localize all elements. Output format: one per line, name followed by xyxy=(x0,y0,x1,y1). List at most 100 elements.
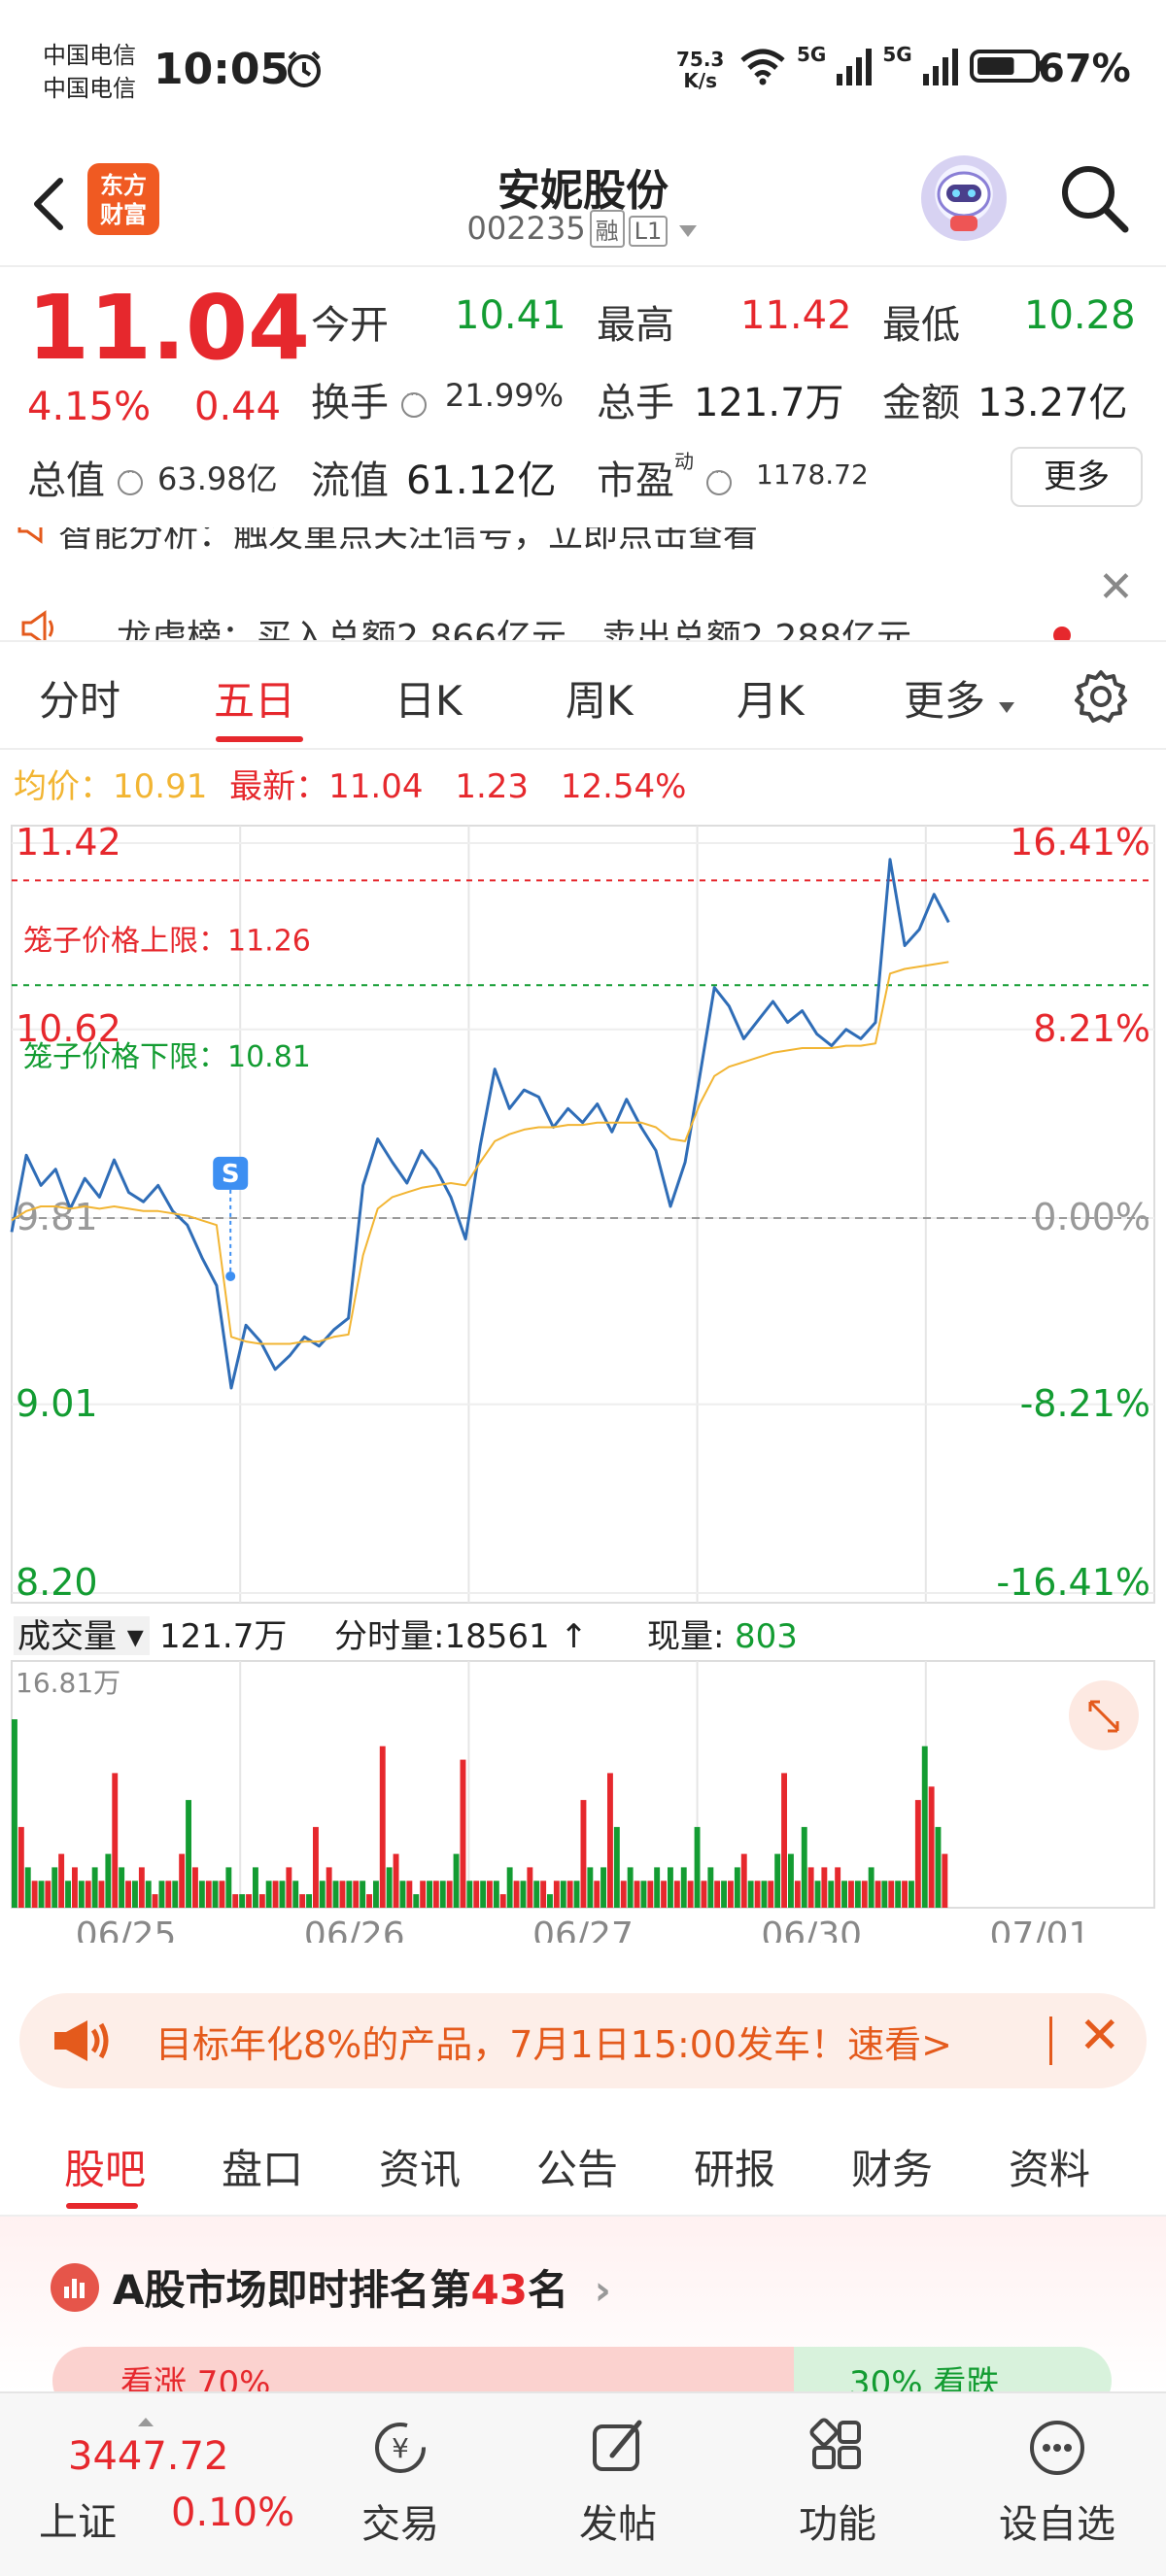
exchange-icon: ¥ xyxy=(375,2423,426,2473)
margin-tag: 融 xyxy=(589,210,625,248)
nav-functions[interactable]: 功能 xyxy=(760,2413,915,2549)
low-label: 最低 xyxy=(882,303,960,348)
tab-week-k[interactable]: 周K xyxy=(566,668,634,728)
active-tab-indicator xyxy=(216,736,303,742)
volume-bar xyxy=(594,1881,600,1908)
volume-bar xyxy=(480,1881,487,1908)
volume-bar xyxy=(413,1894,420,1908)
turnover-label[interactable]: 换手 xyxy=(311,371,427,427)
index-name[interactable]: 上证 xyxy=(39,2491,117,2547)
news-item-1[interactable]: 智能分析：触发重点关注信号，立即点击查看 xyxy=(58,527,758,557)
tab-finance[interactable]: 财务 xyxy=(851,2137,933,2196)
level-tag: L1 xyxy=(628,216,669,247)
volume-bar xyxy=(399,1881,406,1908)
last-label: 最新： xyxy=(229,767,329,806)
close-icon[interactable]: ✕ xyxy=(1098,562,1134,612)
info-icon xyxy=(705,465,732,495)
volume-bar xyxy=(687,1881,694,1908)
volume-bar xyxy=(232,1894,239,1908)
volume-bar xyxy=(714,1881,721,1908)
search-button[interactable] xyxy=(1055,159,1133,241)
volume-bar xyxy=(246,1894,252,1908)
volume-bar xyxy=(31,1881,38,1908)
tab-month-k[interactable]: 月K xyxy=(737,668,805,728)
volume-bar xyxy=(439,1881,446,1908)
y-tick-left: 11.42 xyxy=(16,821,121,864)
volume-bar xyxy=(172,1881,179,1908)
volume-max-label: 16.81万 xyxy=(16,1667,120,1699)
promo-text[interactable]: 目标年化8%的产品，7月1日15:00发车！速看> xyxy=(155,2015,952,2068)
tab-fenshi[interactable]: 分时 xyxy=(39,668,120,728)
open-label: 今开 xyxy=(311,303,389,348)
rank-suffix: 名 xyxy=(527,2266,568,2314)
news-item-2[interactable]: 龙虎榜：买入总额2.866亿元，卖出总额2.288亿元 xyxy=(117,609,911,640)
tab-day-k[interactable]: 日K xyxy=(394,668,463,728)
more-icon xyxy=(1030,2421,1084,2475)
volume-bar xyxy=(326,1867,332,1908)
robot-icon xyxy=(937,171,991,231)
tab-announcements[interactable]: 公告 xyxy=(536,2137,618,2196)
float-label: 流值 xyxy=(311,458,389,503)
tab-more-label: 更多 xyxy=(904,677,986,725)
nav-trade[interactable]: ¥ 交易 xyxy=(323,2413,478,2549)
tab-pankou[interactable]: 盘口 xyxy=(222,2137,303,2196)
net-speed-value: 75.3 xyxy=(676,48,725,71)
battery-percent: 67% xyxy=(1038,47,1131,91)
volume-bar xyxy=(680,1867,687,1908)
volume-bar xyxy=(654,1867,661,1908)
tab-more[interactable]: 更多 xyxy=(904,668,1015,728)
volume-bar xyxy=(533,1881,540,1908)
pe-label[interactable]: 市盈动 xyxy=(597,449,732,505)
last-price: 11.04 xyxy=(27,276,311,380)
volume-bar xyxy=(265,1881,272,1908)
volume-bar xyxy=(888,1881,895,1908)
close-icon[interactable]: ✕ xyxy=(1079,2007,1121,2065)
volume-bar xyxy=(72,1867,78,1908)
volume-bar xyxy=(65,1881,71,1908)
volume-bar xyxy=(165,1881,172,1908)
tab-news[interactable]: 资讯 xyxy=(379,2137,461,2196)
promo-banner[interactable]: 目标年化8%的产品，7月1日15:00发车！速看> ✕ xyxy=(19,1993,1147,2088)
tab-five-day[interactable]: 五日 xyxy=(214,668,295,728)
volume-bar xyxy=(573,1881,580,1908)
volume-bar xyxy=(212,1881,219,1908)
assistant-avatar[interactable] xyxy=(921,155,1007,241)
volume-bar xyxy=(734,1867,740,1908)
tab-profile[interactable]: 资料 xyxy=(1009,2137,1090,2196)
index-value[interactable]: 3447.72 xyxy=(68,2434,228,2479)
volume-bar xyxy=(487,1881,493,1908)
avg-label: 均价： xyxy=(14,767,113,806)
chart-settings-button[interactable] xyxy=(1073,668,1129,729)
nav-watchlist-label: 设自选 xyxy=(999,2502,1115,2547)
sentiment-bar[interactable]: 看涨 70% 30% 看跌 xyxy=(52,2347,1112,2391)
volume-bar xyxy=(286,1867,292,1908)
volume-bar xyxy=(12,1719,17,1908)
volume-label: 成交量 ▾ xyxy=(17,1617,144,1656)
volume-bar xyxy=(921,1746,928,1908)
volume-bar xyxy=(506,1867,513,1908)
more-button[interactable]: 更多 xyxy=(1011,447,1143,507)
volume-bar xyxy=(540,1881,547,1908)
volume-bar xyxy=(600,1867,606,1908)
info-icon xyxy=(400,388,427,418)
bullish-label: 看涨 70% xyxy=(120,2364,271,2391)
volume-value: 121.7万 xyxy=(694,381,844,425)
volume-bar xyxy=(854,1881,861,1908)
pe-superscript: 动 xyxy=(674,449,694,473)
nav-post[interactable]: 发帖 xyxy=(540,2413,696,2549)
market-rank-card[interactable]: A股市场即时排名第43名 › 看涨 70% 30% 看跌 xyxy=(0,2217,1166,2391)
mktcap-label[interactable]: 总值 xyxy=(27,449,143,505)
active-tab-indicator xyxy=(66,2203,138,2209)
tab-guba[interactable]: 股吧 xyxy=(64,2137,146,2196)
nav-watchlist[interactable]: 设自选 xyxy=(979,2413,1135,2549)
index-percent[interactable]: 0.10% xyxy=(171,2491,294,2535)
tab-research[interactable]: 研报 xyxy=(694,2137,775,2196)
megaphone-icon xyxy=(17,527,43,544)
signal-5g-1: 5G xyxy=(797,43,827,66)
volume-bar xyxy=(138,1867,145,1908)
volume-bar xyxy=(661,1881,667,1908)
y-tick-right: -16.41% xyxy=(996,1561,1150,1604)
five-day-chart[interactable]: 11.42 16.41% 10.62 8.21% 9.81 0.00% 9.01 -8.21%… xyxy=(0,816,1166,1955)
info-icon xyxy=(117,465,143,495)
volume-bar xyxy=(279,1881,286,1908)
